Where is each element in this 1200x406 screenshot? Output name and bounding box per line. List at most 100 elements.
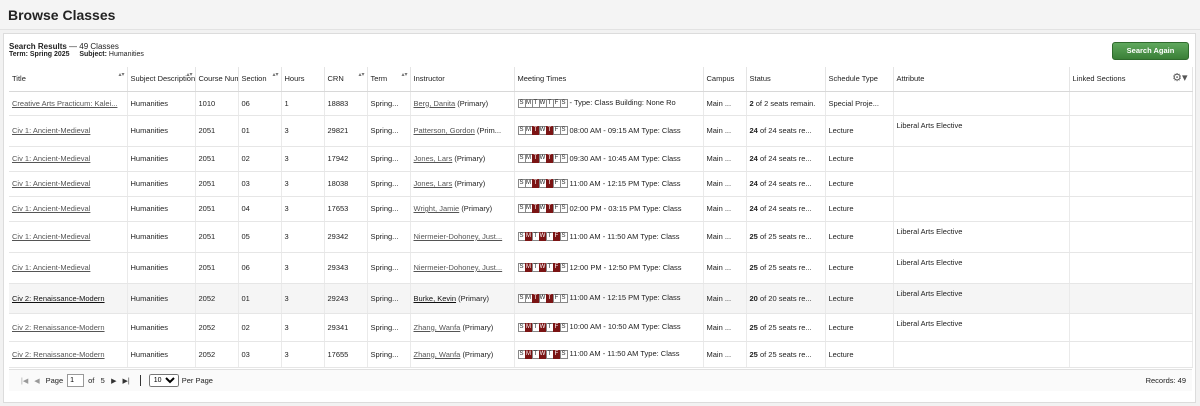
course-title-link[interactable]: Civ 2: Renaissance-Modern	[12, 294, 105, 303]
linked-sections-cell	[1069, 283, 1193, 314]
first-page-icon[interactable]: |◀	[21, 377, 28, 385]
crn-cell: 29342	[324, 221, 368, 253]
results-count: — 49 Classes	[69, 42, 119, 51]
seats-text: of 25 seats re...	[759, 263, 812, 272]
meeting-times-cell[interactable]: S M T W T F S 08:00 AM - 09:15 AM Type: Class	[514, 115, 704, 147]
course-title-link[interactable]: Civ 1: Ancient-Medieval	[12, 126, 90, 135]
table-row[interactable]: Civ 1: Ancient-Medieval Humanities 2051 03 3…	[9, 171, 1193, 197]
column-header[interactable]: Schedule Type	[825, 67, 894, 92]
column-header[interactable]: Hours	[281, 67, 325, 92]
weekday-box: S	[559, 154, 568, 164]
meeting-times-cell[interactable]: S M T W T F S 12:00 PM - 12:50 PM Type: Class	[514, 252, 704, 284]
course-title-link[interactable]: Civ 1: Ancient-Medieval	[12, 232, 90, 241]
table-row[interactable]: Creative Arts Practicum: Kalei... Humanit…	[9, 91, 1193, 116]
meeting-times-cell[interactable]: S M T W T F S 11:00 AM - 12:15 PM Type: Class	[514, 283, 704, 314]
seats-remaining: 25	[749, 349, 758, 359]
meeting-times-cell[interactable]: S M T W T F S 09:30 AM - 10:45 AM Type: Class	[514, 146, 704, 172]
seats-text: of 25 seats re...	[759, 349, 812, 359]
results-header: Search Results — 49 Classes Term: Spring…	[9, 42, 144, 58]
meeting-times-cell[interactable]: S M T W T F S 11:00 AM - 12:15 PM Type: Class	[514, 171, 704, 197]
gear-icon[interactable]: ⚙▾	[1172, 71, 1187, 84]
course-title-link[interactable]: Civ 2: Renaissance-Modern	[12, 350, 105, 359]
meeting-times-cell[interactable]: S M T W T F S 11:00 AM - 11:50 AM Type: Class	[514, 341, 704, 368]
sort-icon[interactable]: ▴▾	[359, 72, 365, 78]
column-header[interactable]: Term ▴▾	[367, 67, 411, 92]
column-header[interactable]: Title ▴▾	[9, 67, 128, 92]
meeting-times-cell[interactable]: S M T W T F S 10:00 AM - 10:50 AM Type: Class	[514, 313, 704, 342]
meeting-time: 11:00 AM - 11:50 AM Type: Class	[569, 231, 680, 241]
instructor-link[interactable]: Niermeier-Dohoney, Just...	[414, 232, 503, 241]
next-page-icon[interactable]: ▶	[111, 377, 116, 385]
status-cell: 24 of 24 seats re...	[746, 115, 826, 147]
instructor-link[interactable]: Jones, Lars	[414, 154, 453, 163]
column-header[interactable]: Attribute	[893, 67, 1070, 92]
weekday-box: S	[559, 126, 568, 136]
instructor-link[interactable]: Zhang, Wanfa	[414, 350, 461, 359]
table-row[interactable]: Civ 1: Ancient-Medieval Humanities 2051 06 3…	[9, 252, 1193, 284]
instructor-link[interactable]: Burke, Kevin	[414, 294, 457, 303]
seats-remaining: 20	[749, 293, 758, 303]
per-page-select[interactable]: 10	[148, 374, 179, 387]
instructor-link[interactable]: Patterson, Gordon	[414, 126, 475, 135]
attribute-cell	[893, 146, 1070, 172]
table-row[interactable]: Civ 1: Ancient-Medieval Humanities 2051 01 3…	[9, 115, 1193, 147]
schedule-type-cell: Lecture	[825, 221, 894, 253]
course-title-link[interactable]: Civ 1: Ancient-Medieval	[12, 263, 90, 272]
schedule-type-cell: Lecture	[825, 313, 894, 342]
column-header[interactable]: Campus	[703, 67, 747, 92]
column-header[interactable]: Subject Description ▴▾	[127, 67, 196, 92]
column-header[interactable]: Instructor	[410, 67, 515, 92]
sort-icon[interactable]: ▴▾	[273, 72, 279, 78]
table-row[interactable]: Civ 1: Ancient-Medieval Humanities 2051 04 3…	[9, 196, 1193, 222]
term-cell: Spring...	[367, 313, 411, 342]
column-header[interactable]: Status	[746, 67, 826, 92]
records-count: Records: 49	[1145, 376, 1186, 385]
column-header[interactable]: Linked Sections ⚙▾	[1069, 67, 1193, 92]
column-header-label: Instructor	[413, 74, 445, 84]
instructor-link[interactable]: Berg, Danita	[414, 99, 456, 108]
instructor-link[interactable]: Zhang, Wanfa	[414, 323, 461, 332]
column-header[interactable]: Course Number	[195, 67, 239, 92]
course-title-link[interactable]: Civ 1: Ancient-Medieval	[12, 179, 90, 188]
sort-icon[interactable]: ▴▾	[119, 72, 125, 78]
last-page-icon[interactable]: ▶|	[122, 377, 129, 385]
table-row[interactable]: Civ 2: Renaissance-Modern Humanities 2052 0…	[9, 313, 1193, 342]
column-header[interactable]: Meeting Times	[514, 67, 704, 92]
campus-cell: Main ...	[703, 283, 747, 314]
instructor-link[interactable]: Jones, Lars	[414, 179, 453, 188]
linked-sections-cell	[1069, 171, 1193, 197]
course-cell: 2051	[195, 221, 239, 253]
meeting-times-cell[interactable]: S M T W T F S 02:00 PM - 03:15 PM Type: Class	[514, 196, 704, 222]
course-title-link[interactable]: Civ 2: Renaissance-Modern	[12, 323, 105, 332]
instructor-link[interactable]: Niermeier-Dohoney, Just...	[414, 263, 503, 272]
prev-page-icon[interactable]: ◀	[34, 377, 39, 385]
table-row[interactable]: Civ 1: Ancient-Medieval Humanities 2051 02 3…	[9, 146, 1193, 172]
instructor-role: (Primary)	[457, 98, 489, 108]
title-cell: Civ 1: Ancient-Medieval	[9, 221, 128, 253]
sort-icon[interactable]: ▴▾	[402, 72, 408, 78]
course-title-link[interactable]: Civ 1: Ancient-Medieval	[12, 154, 90, 163]
page-number-input[interactable]	[67, 374, 85, 387]
column-header-label: Term	[370, 74, 388, 84]
course-title-link[interactable]: Creative Arts Practicum: Kalei...	[12, 99, 117, 108]
course-title-link[interactable]: Civ 1: Ancient-Medieval	[12, 204, 90, 213]
sort-icon[interactable]: ▴▾	[187, 72, 193, 78]
weekday-grid: SMTWTFS	[517, 232, 568, 242]
hours-cell: 3	[281, 115, 325, 147]
weekday-grid: SMTWTFS	[517, 98, 568, 108]
table-row[interactable]: Civ 2: Renaissance-Modern Humanities 2052 0…	[9, 341, 1193, 368]
weekday-grid: SMTWTFS	[517, 204, 568, 214]
instructor-role: (Primary)	[454, 179, 486, 188]
meeting-times-cell[interactable]: SMTWTFS- Type: Class Building: None Ro	[514, 91, 704, 116]
search-again-button[interactable]: Search Again	[1112, 42, 1189, 60]
status-cell: 24 of 24 seats re...	[746, 171, 826, 197]
table-row[interactable]: Civ 2: Renaissance-Modern Humanities 2052 0…	[9, 283, 1193, 314]
column-header[interactable]: CRN ▴▾	[324, 67, 368, 92]
column-header[interactable]: Section ▴▾	[238, 67, 282, 92]
course-cell: 2051	[195, 115, 239, 147]
weekday-box: S	[559, 293, 568, 303]
table-row[interactable]: Civ 1: Ancient-Medieval Humanities 2051 05 3…	[9, 221, 1193, 253]
instructor-link[interactable]: Wright, Jamie	[414, 204, 460, 213]
meeting-times-cell[interactable]: S M T W T F S 11:00 AM - 11:50 AM Type: Class	[514, 221, 704, 253]
status-cell: 25 of 25 seats re...	[746, 313, 826, 342]
